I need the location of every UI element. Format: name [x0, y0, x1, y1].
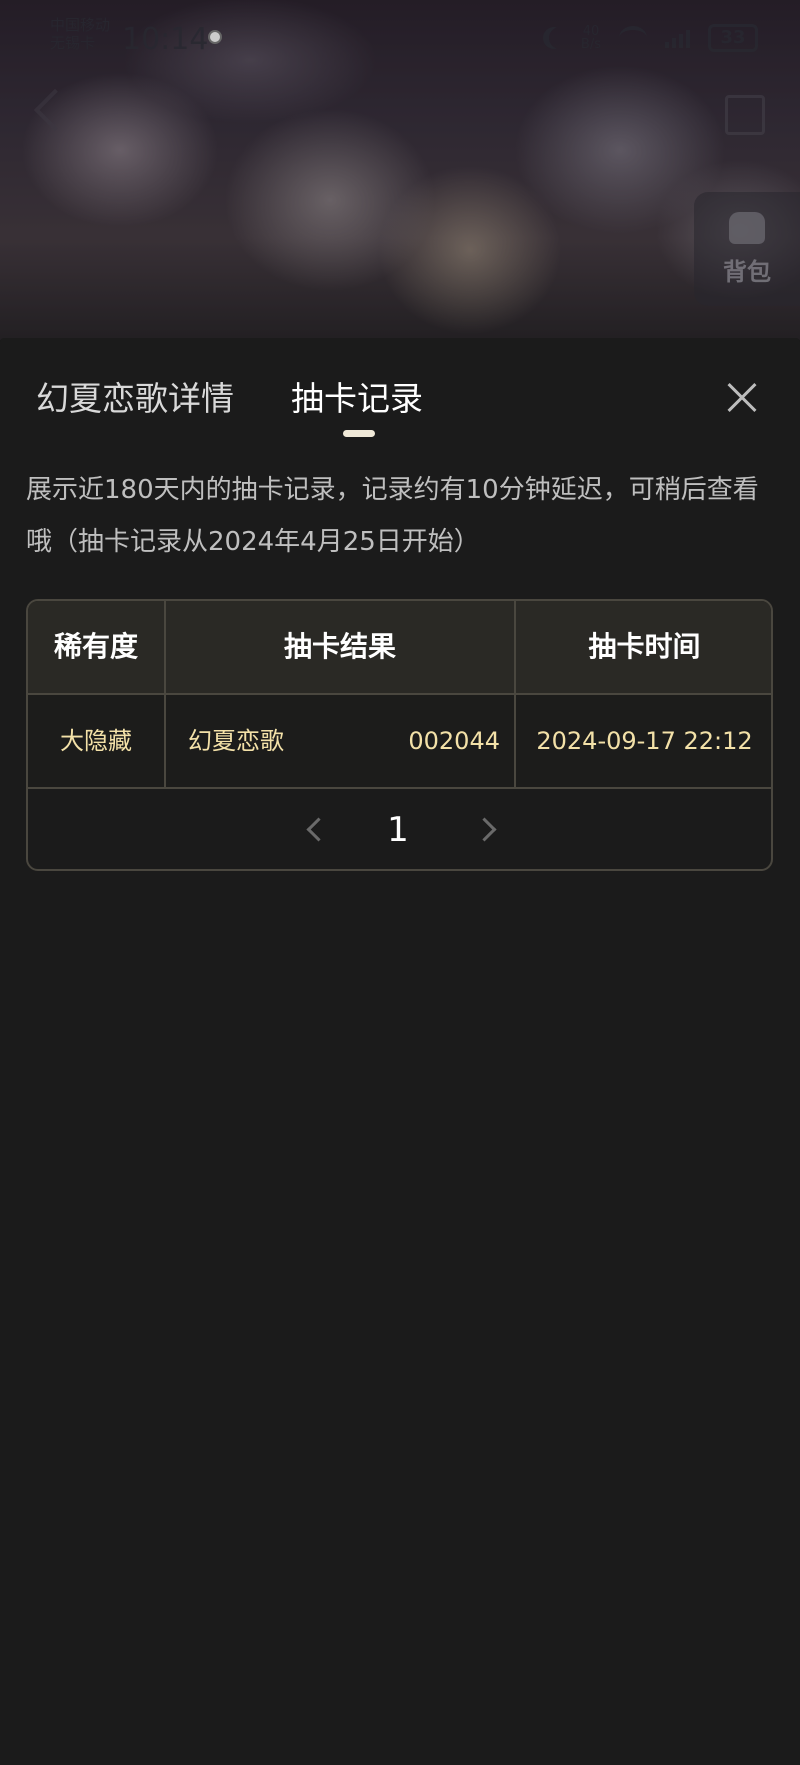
- bag-label: 背包: [723, 257, 771, 286]
- wifi-icon: [619, 26, 647, 50]
- bottom-sheet: 幻夏恋歌详情 抽卡记录 展示近180天内的抽卡记录，记录约有10分钟延迟，可稍后…: [0, 338, 800, 1765]
- status-icons: 40 B/s 33: [541, 24, 758, 52]
- bag-icon: [729, 211, 765, 244]
- net-speed: 40 B/s: [580, 24, 601, 52]
- column-divider: [164, 601, 166, 787]
- header-result: 抽卡结果: [283, 630, 396, 663]
- cell-card-name: 幻夏恋歌: [188, 727, 284, 755]
- pagination: 1: [28, 789, 771, 869]
- chevron-right-icon[interactable]: [472, 817, 497, 842]
- cell-card-number: 002044: [408, 727, 500, 755]
- status-bar: 中国移动 无锡卡 10:14 40 B/s 33: [0, 0, 800, 80]
- signal-icon: [665, 28, 690, 48]
- header-rarity: 稀有度: [53, 630, 138, 663]
- draw-record-table: 稀有度 抽卡结果 抽卡时间 大隐藏 幻夏恋歌 002044 2024-09-17…: [26, 599, 773, 871]
- table-header: 稀有度 抽卡结果 抽卡时间: [28, 601, 771, 695]
- record-notice: 展示近180天内的抽卡记录，记录约有10分钟延迟，可稍后查看哦（抽卡记录从202…: [26, 475, 759, 557]
- battery-icon: 33: [708, 24, 758, 52]
- tab-detail[interactable]: 幻夏恋歌详情: [36, 372, 234, 420]
- bag-button[interactable]: 背包: [694, 192, 800, 306]
- tab-draw-record[interactable]: 抽卡记录: [291, 372, 423, 420]
- chevron-left-icon[interactable]: [306, 817, 331, 842]
- current-page: 1: [387, 810, 409, 850]
- do-not-disturb-icon: [549, 27, 571, 49]
- screen: 中国移动 无锡卡 10:14 40 B/s 33 背包 幻夏恋歌详情 抽卡记录 展…: [0, 0, 800, 1765]
- carrier-label: 中国移动 无锡卡: [50, 16, 111, 52]
- status-time: 10:14: [122, 22, 209, 57]
- notification-icon: [208, 30, 222, 44]
- cell-rarity: 大隐藏: [60, 727, 132, 755]
- tab-bar: 幻夏恋歌详情 抽卡记录: [0, 338, 800, 448]
- share-icon[interactable]: [725, 95, 765, 135]
- table-row: 大隐藏 幻夏恋歌 002044 2024-09-17 22:12: [28, 695, 771, 789]
- cell-draw-time: 2024-09-17 22:12: [536, 727, 753, 755]
- header-time: 抽卡时间: [588, 630, 701, 663]
- active-tab-indicator: [343, 430, 375, 437]
- column-divider: [514, 601, 516, 787]
- close-icon[interactable]: [726, 382, 758, 414]
